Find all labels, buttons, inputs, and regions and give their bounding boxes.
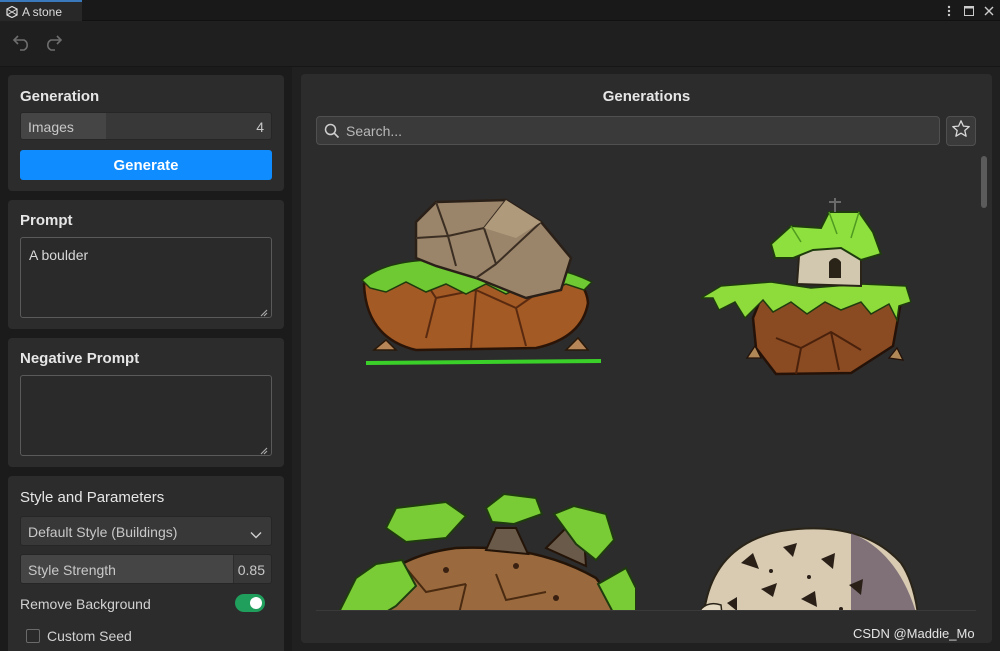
prompt-input[interactable]: A boulder [20, 237, 272, 318]
search-input[interactable] [346, 117, 931, 144]
generations-panel: Generations [301, 74, 992, 643]
resize-grip-icon[interactable] [258, 304, 268, 317]
images-label: Images [28, 119, 74, 135]
tab-title: A stone [22, 4, 63, 19]
tab-bar: A stone [0, 0, 1000, 21]
watermark-text: CSDN @Maddie_Mo [853, 626, 975, 641]
left-panel: Generation Images 4 Generate Prompt A bo… [0, 67, 292, 651]
undo-icon [12, 33, 32, 56]
unity-logo-icon [6, 5, 18, 18]
resize-grip-icon[interactable] [258, 442, 268, 455]
negative-prompt-title: Negative Prompt [20, 350, 140, 367]
images-value: 4 [256, 119, 264, 135]
custom-seed-label: Custom Seed [47, 628, 132, 644]
maximize-icon[interactable] [964, 5, 974, 17]
generate-button[interactable]: Generate [20, 150, 272, 180]
star-outline-icon [951, 119, 971, 144]
custom-seed-checkbox[interactable] [26, 629, 40, 643]
hut-on-floating-island-image[interactable] [698, 198, 921, 388]
undo-button[interactable] [11, 33, 33, 55]
images-count-field[interactable]: Images 4 [20, 112, 272, 140]
close-icon[interactable] [984, 5, 994, 17]
redo-icon [43, 33, 63, 56]
negative-prompt-card: Negative Prompt [8, 338, 284, 467]
style-strength-slider[interactable]: Style Strength 0.85 [20, 554, 272, 584]
style-select[interactable]: Default Style (Buildings) [20, 516, 272, 546]
style-parameters-title: Style and Parameters [20, 489, 165, 506]
favorites-button[interactable] [946, 116, 976, 146]
generation-title: Generation [20, 88, 100, 105]
toolbar [0, 22, 1000, 67]
prompt-text: A boulder [29, 247, 89, 263]
search-icon [324, 123, 340, 144]
style-strength-label: Style Strength [28, 562, 116, 578]
generations-gallery [316, 158, 976, 611]
generation-card: Generation Images 4 Generate [8, 75, 284, 191]
generations-title: Generations [602, 88, 691, 105]
prompt-title: Prompt [20, 212, 73, 229]
toggle-knob [250, 597, 262, 609]
gallery-scrollbar[interactable] [981, 156, 987, 208]
remove-background-toggle[interactable] [235, 594, 265, 612]
more-vert-icon[interactable] [944, 5, 954, 17]
remove-background-label: Remove Background [20, 596, 151, 612]
chevron-down-icon [250, 526, 262, 542]
negative-prompt-input[interactable] [20, 375, 272, 456]
window-controls [944, 2, 994, 19]
spotted-boulder-image[interactable] [700, 513, 921, 610]
prompt-card: Prompt A boulder [8, 200, 284, 329]
search-bar[interactable] [316, 116, 940, 145]
style-strength-value: 0.85 [237, 562, 265, 578]
tab-a-stone[interactable]: A stone [0, 0, 82, 21]
mossy-rock-pile-image[interactable] [336, 488, 637, 610]
style-parameters-card: Style and Parameters Default Style (Buil… [8, 476, 284, 651]
style-select-value: Default Style (Buildings) [28, 524, 178, 540]
mushroom-rock-island-image[interactable] [356, 198, 606, 368]
redo-button[interactable] [42, 33, 64, 55]
